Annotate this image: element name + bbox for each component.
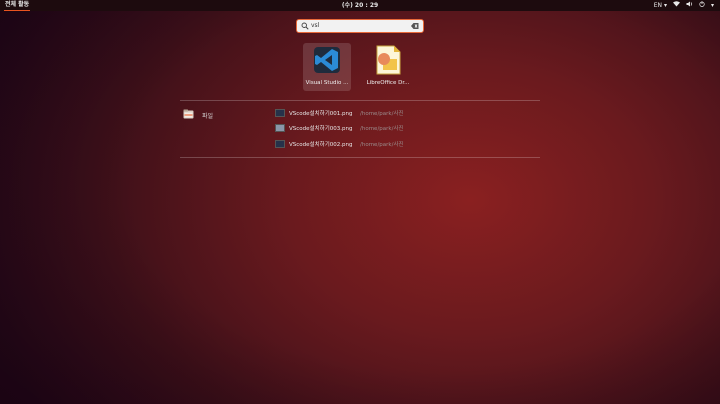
file-name: VScode설치하기001.png [289, 111, 353, 117]
file-result[interactable]: VScode설치하기001.png /home/park/사진 [275, 108, 475, 118]
search-icon [301, 22, 309, 30]
file-name: VScode설치하기002.png [289, 142, 353, 148]
files-app-icon [183, 109, 194, 119]
clock[interactable]: (수) 20 : 29 [0, 1, 720, 10]
app-result-libreoffice-draw[interactable]: LibreOffice Dr... [364, 43, 412, 91]
file-result[interactable]: VScode설치하기002.png /home/park/사진 [275, 139, 475, 149]
search-input[interactable] [311, 21, 401, 30]
category-label: 파일 [202, 113, 214, 120]
file-path: /home/park/사진 [360, 126, 404, 132]
chevron-down-icon: ▾ [663, 2, 667, 9]
search-field[interactable] [296, 19, 424, 33]
image-thumbnail-icon [275, 140, 285, 148]
file-name: VScode설치하기003.png [289, 126, 353, 132]
file-path: /home/park/사진 [360, 142, 404, 148]
system-tray[interactable]: EN ▾ ▾ [654, 1, 714, 10]
files-category[interactable]: 파일 [183, 109, 243, 121]
volume-icon[interactable] [686, 1, 693, 10]
image-thumbnail-icon [275, 109, 285, 117]
libreoffice-draw-icon [376, 45, 401, 75]
image-thumbnail-icon [275, 124, 285, 132]
separator [180, 157, 540, 158]
chevron-down-icon[interactable]: ▾ [711, 1, 714, 10]
app-label: LibreOffice Dr... [366, 80, 410, 86]
clear-icon[interactable] [411, 22, 419, 30]
separator [180, 100, 540, 101]
desktop-background [0, 0, 720, 404]
app-result-vscode[interactable]: Visual Studio ... [303, 43, 351, 91]
language-indicator[interactable]: EN ▾ [654, 1, 667, 10]
top-panel: 전체 활동 (수) 20 : 29 EN ▾ ▾ [0, 0, 720, 11]
language-label: EN [653, 2, 663, 9]
vscode-icon [314, 47, 340, 73]
file-result[interactable]: VScode설치하기003.png /home/park/사진 [275, 123, 475, 133]
app-label: Visual Studio ... [305, 80, 349, 86]
file-path: /home/park/사진 [360, 111, 404, 117]
power-icon[interactable] [699, 1, 705, 10]
wifi-icon[interactable] [672, 1, 680, 10]
